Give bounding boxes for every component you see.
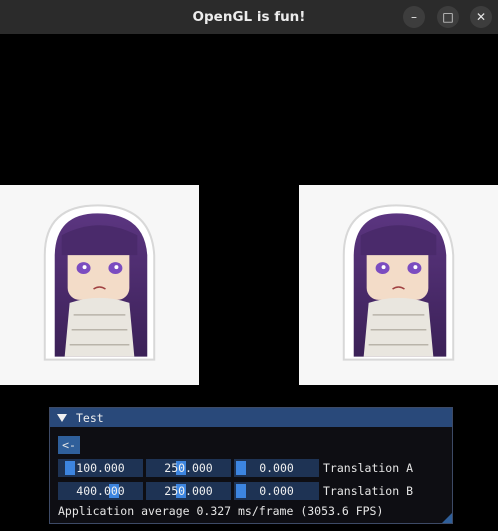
slider-value: 100.000 bbox=[76, 461, 125, 475]
translation-a-x-slider[interactable]: 100.000 bbox=[58, 459, 143, 477]
translation-b-y-slider[interactable]: 250.000 bbox=[146, 482, 231, 500]
slider-value: 400.000 bbox=[76, 484, 125, 498]
slider-value: 0.000 bbox=[259, 484, 294, 498]
back-button[interactable]: <- bbox=[58, 436, 80, 454]
minimize-icon[interactable]: – bbox=[403, 6, 425, 28]
translation-b-z-slider[interactable]: 0.000 bbox=[234, 482, 319, 500]
character-sticker-image bbox=[342, 204, 455, 361]
fps-stats-text: Application average 0.327 ms/frame (3053… bbox=[58, 504, 384, 518]
close-icon[interactable]: ✕ bbox=[470, 6, 492, 28]
translation-b-label: Translation B bbox=[323, 484, 414, 498]
imgui-window-title: Test bbox=[76, 410, 104, 425]
window-titlebar[interactable]: OpenGL is fun! – □ ✕ bbox=[0, 0, 498, 35]
collapse-arrow-icon[interactable] bbox=[57, 413, 67, 422]
textured-quad-b bbox=[299, 185, 498, 385]
slider-value: 250.000 bbox=[164, 461, 213, 475]
translation-a-label: Translation A bbox=[323, 461, 414, 475]
character-sticker-image bbox=[43, 204, 156, 361]
translation-a-y-slider[interactable]: 250.000 bbox=[146, 459, 231, 477]
maximize-icon[interactable]: □ bbox=[437, 6, 459, 28]
textured-quad-a bbox=[0, 185, 199, 385]
imgui-titlebar[interactable]: Test bbox=[50, 408, 452, 427]
translation-b-x-slider[interactable]: 400.000 bbox=[58, 482, 143, 500]
slider-value: 250.000 bbox=[164, 484, 213, 498]
slider-value: 0.000 bbox=[259, 461, 294, 475]
translation-a-z-slider[interactable]: 0.000 bbox=[234, 459, 319, 477]
resize-grip-icon[interactable] bbox=[442, 513, 452, 523]
imgui-window-test[interactable]: Test <- 100.000 250.000 0.000 Translatio… bbox=[49, 407, 453, 524]
